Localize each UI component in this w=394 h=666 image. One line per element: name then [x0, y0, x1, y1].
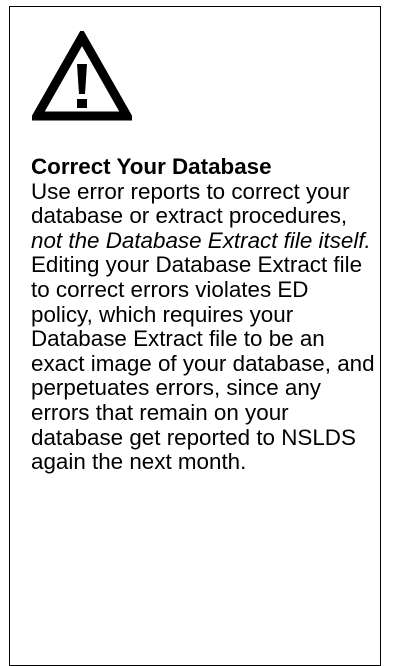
warning-triangle-icon — [32, 31, 132, 121]
callout-body-intro: Use error reports to correct your databa… — [31, 178, 350, 229]
callout-body-emphasis: not the Database Extract file itself. — [31, 227, 371, 253]
callout-body: Correct Your Database Use error reports t… — [31, 154, 376, 475]
callout-title: Correct Your Database — [31, 154, 272, 179]
warning-callout-box: Correct Your Database Use error reports t… — [9, 6, 381, 666]
callout-body-rest: Editing your Database Extract file to co… — [31, 252, 375, 475]
